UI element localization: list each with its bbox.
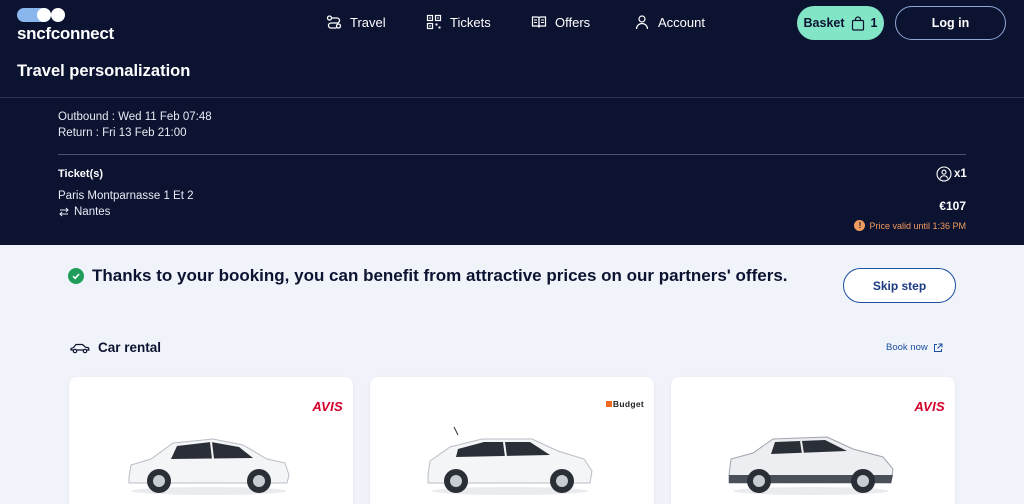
car-rental-label: Car rental <box>98 340 162 355</box>
car-offer-card[interactable]: AVIS <box>671 377 955 504</box>
nav-account[interactable]: Account <box>634 13 705 31</box>
page-title: Travel personalization <box>17 62 191 80</box>
price-validity-label: Price valid until 1:36 PM <box>869 220 966 231</box>
logo-mark-icon <box>17 8 65 22</box>
car-rental-heading: Car rental <box>70 340 161 355</box>
check-circle-icon <box>68 268 84 284</box>
partner-offer-message: Thanks to your booking, you can benefit … <box>92 266 788 285</box>
book-now-label: Book now <box>886 342 928 353</box>
car-image <box>728 436 894 495</box>
round-trip-arrows-icon <box>59 207 69 217</box>
avis-logo: AVIS <box>914 399 945 414</box>
trip-divider <box>58 154 966 155</box>
car-offer-card[interactable]: AVIS <box>69 377 353 504</box>
book-icon <box>531 16 547 28</box>
route-destination: Nantes <box>58 206 110 218</box>
avis-logo: AVIS <box>312 399 343 414</box>
nav-travel[interactable]: Travel <box>326 13 386 31</box>
passenger-count-label: x1 <box>954 168 967 180</box>
logo-wordmark: sncfconnect <box>17 24 114 43</box>
return-info: Return : Fri 13 Feb 21:00 <box>58 127 187 139</box>
header-divider <box>0 97 1024 98</box>
basket-count: 1 <box>870 16 878 30</box>
outbound-info: Outbound : Wed 11 Feb 07:48 <box>58 111 212 123</box>
route-origin: Paris Montparnasse 1 Et 2 <box>58 190 194 202</box>
passenger-icon <box>936 166 952 182</box>
partner-offer-banner: Thanks to your booking, you can benefit … <box>68 266 788 286</box>
route-destination-label: Nantes <box>74 206 111 218</box>
external-link-icon <box>933 343 943 352</box>
car-offer-card[interactable]: Budget <box>370 377 654 504</box>
basket-label: Basket <box>803 16 845 30</box>
passenger-count: x1 <box>936 166 967 182</box>
car-icon <box>70 343 90 353</box>
route-icon <box>326 15 342 29</box>
price-validity: ! Price valid until 1:36 PM <box>854 220 966 231</box>
nav-account-label: Account <box>658 14 705 30</box>
nav-tickets[interactable]: Tickets <box>426 13 491 31</box>
nav-offers[interactable]: Offers <box>531 13 590 31</box>
book-now-link[interactable]: Book now <box>886 342 943 353</box>
basket-button[interactable]: Basket 1 <box>797 6 884 40</box>
nav-tickets-label: Tickets <box>450 14 491 30</box>
tickets-label: Ticket(s) <box>58 168 104 180</box>
nav-offers-label: Offers <box>555 14 591 30</box>
skip-step-button[interactable]: Skip step <box>843 268 956 303</box>
header-panel: sncfconnect Travel Tickets Offers Accoun… <box>0 0 1024 245</box>
budget-logo-text: Budget <box>612 399 644 409</box>
budget-logo: Budget <box>605 399 644 409</box>
user-icon <box>635 15 649 30</box>
shopping-bag-icon <box>851 15 864 31</box>
car-image <box>128 438 290 495</box>
warning-icon: ! <box>854 220 866 231</box>
nav-travel-label: Travel <box>350 14 386 30</box>
car-image <box>427 426 593 495</box>
budget-flag-icon <box>605 401 612 407</box>
qr-code-icon <box>426 14 442 30</box>
login-button[interactable]: Log in <box>895 6 1006 40</box>
ticket-price: €107 <box>939 199 966 213</box>
sncf-connect-logo[interactable]: sncfconnect <box>17 7 127 43</box>
